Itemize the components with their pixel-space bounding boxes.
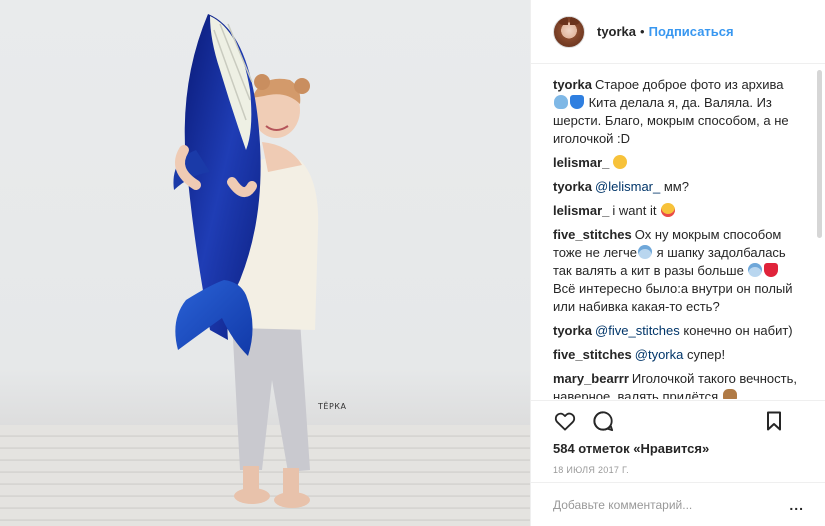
action-icons-row — [553, 401, 804, 441]
comments-list[interactable]: tyorka Старое доброе фото из архива Кита … — [531, 65, 825, 399]
heart-red-emoji-icon — [764, 263, 779, 277]
post-actions: 584 отметок «Нравится» 18 июля 2017 г. — [531, 400, 825, 475]
scream-emoji-icon — [748, 263, 763, 277]
header-username[interactable]: tyorka — [597, 24, 636, 39]
comment-text: Кита делала я, да. Валяла. Из шерсти. Бл… — [553, 95, 789, 146]
comment-username[interactable]: tyorka — [553, 179, 592, 194]
comment-mention-link[interactable]: @lelismar_ — [595, 179, 660, 194]
face-emoji-icon — [613, 155, 628, 169]
comment-input[interactable] — [553, 497, 790, 512]
whale-tail — [175, 280, 253, 356]
comment-text: конечно он набит) — [679, 323, 793, 338]
avatar[interactable] — [553, 15, 585, 48]
comments-scrollbar[interactable] — [817, 70, 822, 238]
comment-item: lelismar_ i want it — [553, 202, 800, 220]
comment-item: lelismar_ — [553, 154, 800, 172]
comment-username[interactable]: lelismar_ — [553, 155, 609, 170]
photo-watermark: ТЁРКА — [318, 402, 347, 411]
comment-username[interactable]: tyorka — [553, 77, 592, 92]
comment-text: мм? — [660, 179, 689, 194]
comment-mention-link[interactable]: @five_stitches — [595, 323, 680, 338]
likes-count[interactable]: 584 отметок «Нравится» — [553, 441, 804, 457]
comment-username[interactable]: five_stitches — [553, 227, 632, 242]
add-comment-bar: ... — [531, 482, 825, 526]
heart-outline-icon[interactable] — [553, 409, 577, 433]
header-separator: • — [640, 24, 645, 39]
whale-emoji-icon — [554, 95, 568, 109]
more-options-button[interactable]: ... — [789, 497, 804, 513]
face-love-emoji-icon — [661, 203, 676, 217]
comment-item: mary_bearrr Иголочкой такого вечность, на… — [553, 370, 800, 399]
comment-text: i want it — [612, 203, 661, 218]
comment-text: супер! — [683, 347, 726, 362]
comment-text: Всё интересно было:а внутри он полый или… — [553, 281, 793, 314]
comment-bubble-icon[interactable] — [591, 409, 615, 433]
bookmark-icon[interactable] — [762, 409, 786, 433]
post-photo[interactable]: ТЁРКА — [0, 0, 530, 526]
comment-item: tyorka Старое доброе фото из архива Кита … — [553, 76, 800, 148]
comment-text: Старое доброе фото из архива — [595, 77, 784, 92]
photo-illustration — [173, 14, 319, 508]
post-date: 18 июля 2017 г. — [553, 465, 629, 475]
comment-username[interactable]: tyorka — [553, 323, 592, 338]
comment-item: tyorka @five_stitches конечно он набит) — [553, 322, 800, 340]
follow-button[interactable]: Подписаться — [649, 24, 734, 39]
heart-blue-emoji-icon — [570, 95, 584, 109]
post-side-panel: tyorka • Подписаться tyorka Старое доброе… — [530, 0, 825, 526]
post-header: tyorka • Подписаться — [531, 0, 825, 64]
comment-username[interactable]: lelismar_ — [553, 203, 609, 218]
comment-item: five_stitches Ох ну мокрым способом тоже … — [553, 226, 800, 316]
monkey-emoji-icon — [722, 389, 737, 399]
comment-username[interactable]: mary_bearrr — [553, 371, 629, 386]
comment-mention-link[interactable]: @tyorka — [635, 347, 684, 362]
comment-item: five_stitches @tyorka супер! — [553, 346, 800, 364]
comment-item: tyorka @lelismar_ мм? — [553, 178, 800, 196]
scream-emoji-icon — [638, 245, 653, 259]
comment-username[interactable]: five_stitches — [553, 347, 632, 362]
